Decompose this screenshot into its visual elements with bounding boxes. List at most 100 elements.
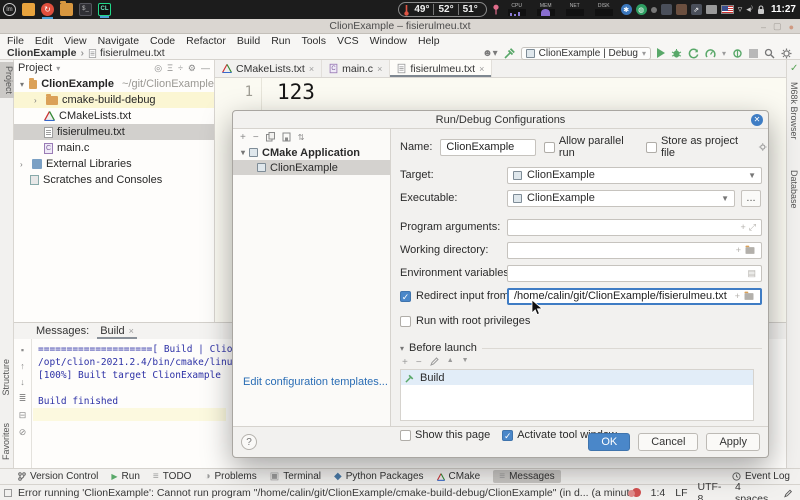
menu-help[interactable]: Help xyxy=(418,35,440,47)
build-hammer-icon[interactable] xyxy=(504,48,515,59)
edit-configuration-templates-link[interactable]: Edit configuration templates... xyxy=(243,376,388,388)
expand-field-icon[interactable]: ⤢ xyxy=(749,222,756,233)
close-tab-icon[interactable]: × xyxy=(377,64,382,74)
wrap-lines-icon[interactable]: ≣ xyxy=(19,393,27,404)
config-group-cmake-application[interactable]: ▾ CMake Application xyxy=(233,145,390,160)
insert-macro-icon[interactable]: + xyxy=(735,291,740,301)
run-options-chevron-icon[interactable]: ▾ xyxy=(722,49,726,58)
config-item-clionexample[interactable]: ClionExample xyxy=(233,160,390,175)
collapse-all-icon[interactable]: Ξ xyxy=(167,63,173,74)
app-tray-icon[interactable] xyxy=(661,4,672,15)
add-task-icon[interactable]: + xyxy=(402,357,408,368)
help-button[interactable]: ? xyxy=(241,434,257,450)
tool-stripe-structure[interactable]: Structure xyxy=(1,359,11,396)
app-tray-icon-2[interactable] xyxy=(676,4,687,15)
add-configuration-icon[interactable]: + xyxy=(240,132,246,143)
remove-configuration-icon[interactable]: − xyxy=(253,132,259,143)
profiler-icon[interactable] xyxy=(705,48,716,59)
tree-item-cmakelists[interactable]: CMakeLists.txt xyxy=(14,108,214,124)
tool-stripe-favorites[interactable]: Favorites xyxy=(1,423,11,460)
files-app-icon[interactable] xyxy=(22,3,35,16)
breakpoint-indicator-icon[interactable] xyxy=(632,488,640,497)
name-input[interactable]: ClionExample xyxy=(440,139,536,156)
update-app-icon[interactable]: ↻ xyxy=(41,3,54,16)
window-title-bar[interactable]: ClionExample – fisierulmeu.txt – ▢ ● xyxy=(0,19,800,34)
tree-item-external-libraries[interactable]: › External Libraries xyxy=(14,156,214,172)
close-tab-icon[interactable]: × xyxy=(129,326,134,336)
target-select[interactable]: ClionExample▼ xyxy=(507,167,762,184)
apply-button[interactable]: Apply xyxy=(706,433,760,451)
attach-process-icon[interactable] xyxy=(732,48,743,59)
printer-tray-icon[interactable] xyxy=(706,5,717,14)
menu-edit[interactable]: Edit xyxy=(35,35,53,47)
tool-stripe-m68k-browser[interactable]: M68k Browser xyxy=(789,82,799,140)
menu-build[interactable]: Build xyxy=(237,35,260,47)
toolwindow-problems[interactable]: ◑Problems xyxy=(204,471,256,482)
toolwindow-cmake[interactable]: CMake xyxy=(437,471,481,482)
close-button[interactable]: ● xyxy=(789,22,794,32)
terminal-app-icon[interactable]: $_ xyxy=(79,3,92,16)
settings-gear-icon[interactable] xyxy=(781,48,792,59)
volume-icon[interactable]: ◂⁾ xyxy=(746,4,753,15)
write-access-pen-icon[interactable] xyxy=(784,488,792,498)
tab-main-c[interactable]: C main.c× xyxy=(322,60,390,77)
minimize-button[interactable]: – xyxy=(761,22,766,32)
toolwindow-messages[interactable]: ≡Messages xyxy=(493,470,560,483)
remove-task-icon[interactable]: − xyxy=(416,357,422,368)
network-tray-icon[interactable]: ◍ xyxy=(636,4,647,15)
root-privileges-checkbox[interactable] xyxy=(400,316,411,327)
menu-run[interactable]: Run xyxy=(271,35,290,47)
net-monitor[interactable]: NET xyxy=(563,3,587,16)
run-configuration-select[interactable]: ClionExample | Debug ▾ xyxy=(521,47,651,60)
browse-executable-button[interactable]: ... xyxy=(741,190,761,207)
rerun-icon[interactable]: ▪ xyxy=(21,345,24,355)
app-tray-icon-3[interactable]: ⇗ xyxy=(691,4,702,15)
tab-fisierulmeu[interactable]: fisierulmeu.txt× xyxy=(390,60,492,77)
locate-file-icon[interactable]: ◎ xyxy=(154,63,162,74)
folder-app-icon[interactable] xyxy=(60,3,73,16)
run-button[interactable] xyxy=(657,48,665,58)
save-configuration-icon[interactable] xyxy=(282,132,291,142)
expand-all-icon[interactable]: ⊟ xyxy=(19,410,27,421)
inspections-ok-icon[interactable]: ✓ xyxy=(790,63,798,74)
close-tab-icon[interactable]: × xyxy=(309,64,314,74)
breadcrumb-project[interactable]: ClionExample xyxy=(7,47,76,59)
executable-select[interactable]: ClionExample▼ xyxy=(507,190,735,207)
line-separator[interactable]: LF xyxy=(675,487,687,499)
toolwindow-python-packages[interactable]: ◆Python Packages xyxy=(334,471,424,482)
temperature-applet[interactable]: 49° 52° 51° xyxy=(398,2,486,17)
maximize-button[interactable]: ▢ xyxy=(773,21,782,32)
redirect-input-checkbox[interactable]: ✓ xyxy=(400,291,411,302)
build-tab[interactable]: Build× xyxy=(97,325,137,337)
menu-vcs[interactable]: VCS xyxy=(337,35,359,47)
toolwindow-version-control[interactable]: Version Control xyxy=(18,471,98,482)
ok-button[interactable]: OK xyxy=(588,433,630,451)
mem-monitor[interactable]: MEM xyxy=(534,3,558,16)
status-error-message[interactable]: Error running 'ClionExample': Cannot run… xyxy=(0,487,632,499)
breadcrumb-file[interactable]: fisierulmeu.txt xyxy=(100,47,165,59)
cancel-button[interactable]: Cancel xyxy=(638,433,698,451)
browse-folder-icon[interactable] xyxy=(746,247,755,254)
tree-root[interactable]: ▾ ClionExample ~/git/ClionExample xyxy=(14,76,214,92)
status-grid-icon[interactable] xyxy=(4,489,12,497)
store-options-gear-icon[interactable] xyxy=(758,142,768,152)
menu-tools[interactable]: Tools xyxy=(301,35,326,47)
file-encoding[interactable]: UTF-8 xyxy=(698,481,725,500)
program-arguments-input[interactable]: +⤢ xyxy=(507,219,762,236)
redirect-input-path-input[interactable]: /home/calin/git/ClionExample/fisierulmeu… xyxy=(507,288,762,305)
insert-macro-icon[interactable]: + xyxy=(736,245,741,255)
tree-item-build-dir[interactable]: › cmake-build-debug xyxy=(14,92,214,108)
editor-content[interactable]: 123 xyxy=(277,78,315,104)
dialog-title-bar[interactable]: Run/Debug Configurations ✕ xyxy=(233,111,768,129)
tool-stripe-project[interactable]: Project xyxy=(0,62,14,98)
store-as-project-file-checkbox[interactable]: Store as project file xyxy=(646,135,750,159)
section-collapse-chevron-icon[interactable]: ▾ xyxy=(400,344,404,353)
wifi-icon[interactable]: ▿ xyxy=(738,4,743,15)
tree-item-fisierulmeu[interactable]: fisierulmeu.txt xyxy=(14,124,214,140)
toolwindow-run[interactable]: ▶Run xyxy=(111,471,140,482)
sort-configurations-icon[interactable]: ⇅ xyxy=(298,133,305,142)
panel-settings-gear-icon[interactable]: ⚙ xyxy=(188,63,196,74)
mint-menu-button[interactable]: lm xyxy=(3,3,16,16)
coverage-icon[interactable] xyxy=(688,48,699,59)
project-panel-title[interactable]: Project xyxy=(18,62,52,74)
